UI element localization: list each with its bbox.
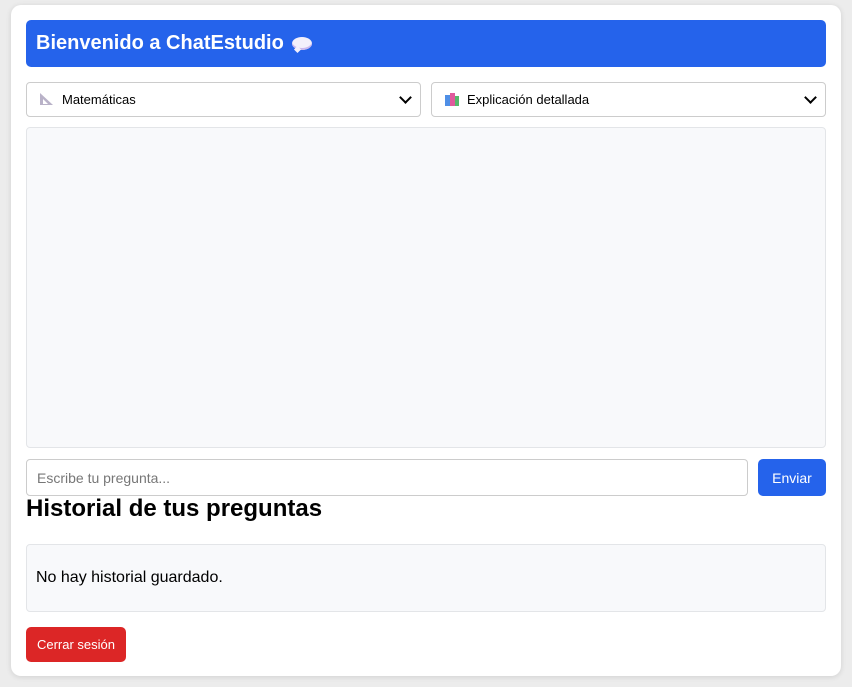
mode-select[interactable]: Explicación detallada bbox=[431, 82, 826, 117]
history-title: Historial de tus preguntas bbox=[26, 495, 323, 522]
chat-messages-area[interactable] bbox=[26, 127, 826, 448]
subject-select-value: Matemáticas bbox=[62, 92, 136, 107]
chevron-down-icon bbox=[804, 91, 817, 104]
app-header: Bienvenido a ChatEstudio bbox=[26, 20, 826, 67]
main-card: Bienvenido a ChatEstudio Matemáticas Exp… bbox=[11, 5, 841, 676]
history-empty-text: No hay historial guardado. bbox=[36, 569, 223, 586]
books-icon bbox=[445, 93, 460, 106]
speech-bubble-icon bbox=[291, 36, 312, 53]
subject-select[interactable]: Matemáticas bbox=[26, 82, 421, 117]
question-input[interactable] bbox=[26, 459, 748, 496]
send-button[interactable]: Enviar bbox=[758, 459, 826, 496]
logout-button[interactable]: Cerrar sesión bbox=[26, 627, 126, 662]
triangular-ruler-icon bbox=[40, 93, 55, 106]
chevron-down-icon bbox=[399, 91, 412, 104]
history-list: No hay historial guardado. bbox=[26, 544, 826, 612]
page-title: Bienvenido a ChatEstudio bbox=[36, 32, 284, 54]
mode-select-value: Explicación detallada bbox=[467, 92, 590, 107]
